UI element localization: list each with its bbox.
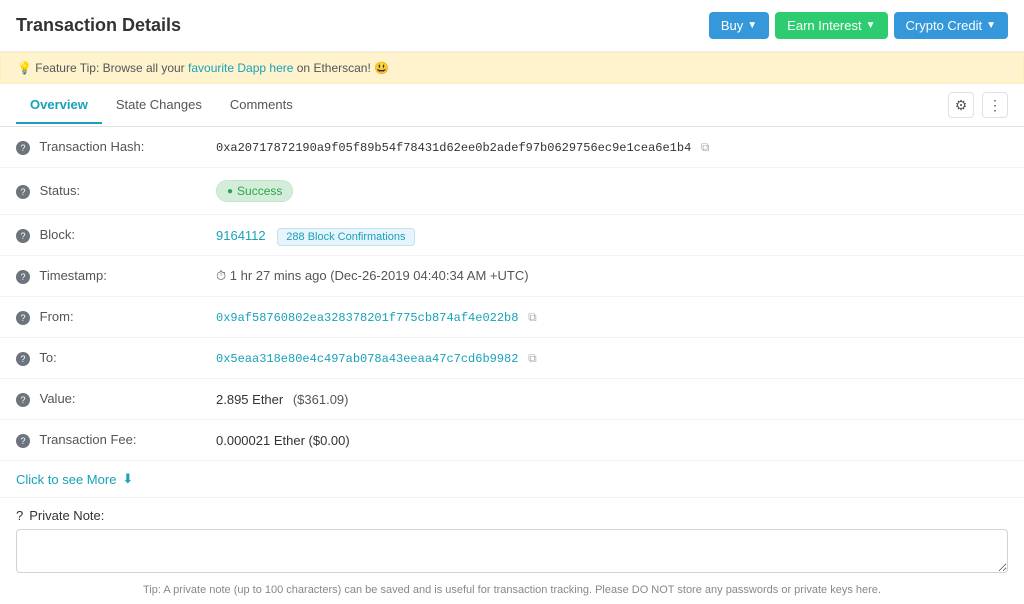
click-more-arrow-icon: ⬇ — [122, 471, 133, 487]
value-label-cell: ? Value: — [0, 379, 200, 420]
status-label-cell: ? Status: — [0, 168, 200, 215]
fee-value-cell: 0.000021 Ether ($0.00) — [200, 420, 1024, 461]
block-value-cell: 9164112 288 Block Confirmations — [200, 215, 1024, 256]
tx-hash-value-cell: 0xa20717872190a9f05f89b54f78431d62ee0b2a… — [200, 127, 1024, 168]
tabs-bar: Overview State Changes Comments ⚙ ⋮ — [0, 84, 1024, 127]
crypto-credit-button[interactable]: Crypto Credit ▼ — [894, 12, 1008, 39]
earn-interest-button[interactable]: Earn Interest ▼ — [775, 12, 887, 39]
from-row: ? From: 0x9af58760802ea328378201f775cb87… — [0, 297, 1024, 338]
private-note-help-icon[interactable]: ? — [16, 508, 23, 523]
timestamp-label-cell: ? Timestamp: — [0, 256, 200, 297]
fee-help-icon[interactable]: ? — [16, 434, 30, 448]
buy-arrow-icon: ▼ — [747, 20, 757, 31]
to-value-cell: 0x5eaa318e80e4c497ab078a43eeaa47c7cd6b99… — [200, 338, 1024, 379]
status-badge: Success — [216, 180, 293, 202]
click-more-button[interactable]: Click to see More ⬇ — [0, 461, 1024, 498]
tab-state-changes[interactable]: State Changes — [102, 87, 216, 124]
block-help-icon[interactable]: ? — [16, 229, 30, 243]
fee-label-cell: ? Transaction Fee: — [0, 420, 200, 461]
feature-tip-bar: 💡 Feature Tip: Browse all your favourite… — [0, 52, 1024, 84]
tab-icons: ⚙ ⋮ — [948, 84, 1008, 126]
status-help-icon[interactable]: ? — [16, 185, 30, 199]
timestamp-value-cell: ⏱ 1 hr 27 mins ago (Dec-26-2019 04:40:34… — [200, 256, 1024, 297]
to-address-link[interactable]: 0x5eaa318e80e4c497ab078a43eeaa47c7cd6b99… — [216, 352, 518, 366]
tx-hash-copy-icon[interactable]: ⧉ — [701, 140, 710, 154]
tx-hash-label-cell: ? Transaction Hash: — [0, 127, 200, 168]
private-note-tip: Tip: A private note (up to 100 character… — [0, 580, 1024, 604]
page-header: Transaction Details Buy ▼ Earn Interest … — [0, 0, 1024, 52]
timestamp-help-icon[interactable]: ? — [16, 270, 30, 284]
timestamp-row: ? Timestamp: ⏱ 1 hr 27 mins ago (Dec-26-… — [0, 256, 1024, 297]
block-row: ? Block: 9164112 288 Block Confirmations — [0, 215, 1024, 256]
private-note-label-row: ? Private Note: — [16, 508, 1008, 523]
tab-overview[interactable]: Overview — [16, 87, 102, 124]
tx-hash-help-icon[interactable]: ? — [16, 141, 30, 155]
to-copy-icon[interactable]: ⧉ — [528, 351, 537, 365]
private-note-input[interactable] — [16, 529, 1008, 573]
details-table: ? Transaction Hash: 0xa20717872190a9f05f… — [0, 127, 1024, 461]
tx-hash-value: 0xa20717872190a9f05f89b54f78431d62ee0b2a… — [216, 141, 691, 155]
page-title: Transaction Details — [16, 15, 181, 36]
buy-button[interactable]: Buy ▼ — [709, 12, 769, 39]
private-note-label: Private Note: — [29, 508, 104, 523]
fee-row: ? Transaction Fee: 0.000021 Ether ($0.00… — [0, 420, 1024, 461]
to-label-cell: ? To: — [0, 338, 200, 379]
value-value-cell: 2.895 Ether ($361.09) — [200, 379, 1024, 420]
to-row: ? To: 0x5eaa318e80e4c497ab078a43eeaa47c7… — [0, 338, 1024, 379]
value-help-icon[interactable]: ? — [16, 393, 30, 407]
dapp-link[interactable]: favourite Dapp here — [188, 61, 293, 75]
tab-comments[interactable]: Comments — [216, 87, 307, 124]
to-help-icon[interactable]: ? — [16, 352, 30, 366]
status-value-cell: Success — [200, 168, 1024, 215]
from-value-cell: 0x9af58760802ea328378201f775cb874af4e022… — [200, 297, 1024, 338]
settings-icon-button[interactable]: ⚙ — [948, 92, 974, 118]
value-usd: ($361.09) — [293, 392, 349, 407]
block-number-link[interactable]: 9164112 — [216, 228, 266, 243]
block-label-cell: ? Block: — [0, 215, 200, 256]
earn-arrow-icon: ▼ — [866, 20, 876, 31]
crypto-arrow-icon: ▼ — [986, 20, 996, 31]
more-options-button[interactable]: ⋮ — [982, 92, 1008, 118]
from-address-link[interactable]: 0x9af58760802ea328378201f775cb874af4e022… — [216, 311, 518, 325]
status-row: ? Status: Success — [0, 168, 1024, 215]
from-help-icon[interactable]: ? — [16, 311, 30, 325]
tx-hash-row: ? Transaction Hash: 0xa20717872190a9f05f… — [0, 127, 1024, 168]
header-buttons: Buy ▼ Earn Interest ▼ Crypto Credit ▼ — [709, 12, 1008, 39]
tabs-left: Overview State Changes Comments — [16, 87, 307, 124]
main-container: Overview State Changes Comments ⚙ ⋮ ? Tr… — [0, 84, 1024, 604]
private-note-section: ? Private Note: — [0, 498, 1024, 580]
block-confirmations-badge: 288 Block Confirmations — [277, 228, 414, 246]
from-copy-icon[interactable]: ⧉ — [528, 310, 537, 324]
from-label-cell: ? From: — [0, 297, 200, 338]
value-ether: 2.895 Ether — [216, 392, 283, 407]
value-row: ? Value: 2.895 Ether ($361.09) — [0, 379, 1024, 420]
